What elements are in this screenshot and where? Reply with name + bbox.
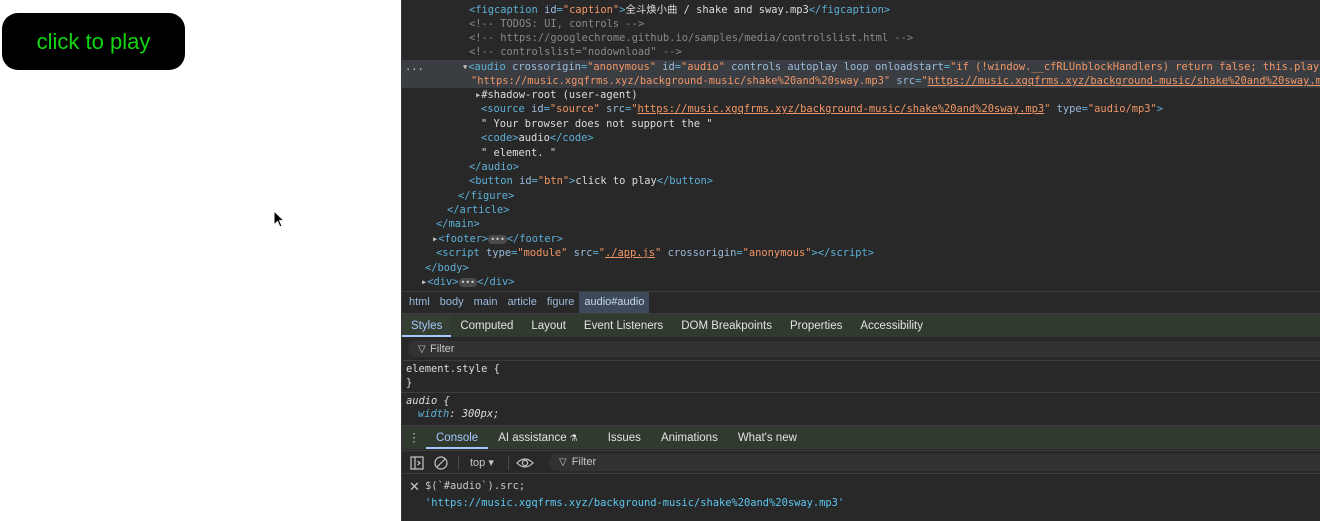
styles-filter-input[interactable]: ▽ Filter [408, 341, 1320, 357]
dom-node-line[interactable]: <script type="module" src="./app.js" cro… [436, 246, 874, 260]
breadcrumb: html body main article figure audio#audio [402, 291, 1320, 313]
breadcrumb-item[interactable]: body [435, 292, 469, 313]
styles-pane: element.style { } audio { width: 300px; [402, 360, 1320, 424]
close-icon[interactable]: ✕ [409, 478, 420, 495]
rule-divider [402, 392, 1320, 393]
dom-node-line[interactable]: " element. " [481, 146, 556, 160]
breadcrumb-item[interactable]: figure [542, 292, 580, 313]
sidebar-toggle-icon[interactable] [410, 454, 424, 472]
click-to-play-button[interactable]: click to play [2, 13, 185, 70]
tab-console[interactable]: Console [426, 426, 489, 449]
element-style-rule[interactable]: element.style { [406, 363, 500, 376]
dom-node-line[interactable]: </figure> [458, 189, 514, 203]
drawer-tabs: ⋮ Console AI assistance ⚗ Issues Animations W… [402, 425, 1320, 449]
flask-icon: ⚗ [569, 433, 578, 443]
tab-styles[interactable]: Styles [402, 314, 452, 337]
dom-node-line[interactable]: ▸<footer> ••• </footer> [432, 232, 563, 246]
dom-node-line[interactable]: <code>audio</code> [481, 131, 594, 145]
tab-ai-assistance[interactable]: AI assistance ⚗ [488, 426, 597, 449]
breadcrumb-item[interactable]: article [502, 292, 541, 313]
clear-console-icon[interactable] [434, 454, 448, 472]
dom-node-line[interactable]: </article> [447, 203, 510, 217]
tab-dom-breakpoints[interactable]: DOM Breakpoints [672, 314, 781, 337]
tab-properties[interactable]: Properties [781, 314, 851, 337]
dom-node-line[interactable]: <figcaption id="caption">全斗焕小曲 / shake a… [469, 3, 890, 17]
tab-what-s-new[interactable]: What's new [728, 426, 807, 449]
elements-tree[interactable]: ... <figcaption id="caption">全斗焕小曲 / sha… [402, 0, 1320, 290]
toolbar-divider [508, 456, 509, 470]
console-result-line: 'https://music.xgqfrms.xyz/background-mu… [425, 497, 845, 509]
breadcrumb-item[interactable]: html [404, 292, 435, 313]
context-selector[interactable]: top ▾ [470, 454, 494, 472]
styles-filter-bar: ▽ Filter [402, 338, 1320, 360]
dom-node-line[interactable]: <button id="btn">click to play</button> [469, 174, 713, 188]
console-output-area: ✕ $(`#audio`).src; 'https://music.xgqfrm… [402, 475, 1320, 521]
dom-node-line[interactable]: <source id="source" src="https://music.x… [481, 102, 1163, 116]
audio-width-declaration[interactable]: width: 300px; [418, 408, 499, 421]
audio-rule-selector[interactable]: audio { [406, 395, 450, 408]
dom-node-line[interactable]: </audio> [469, 160, 519, 174]
dom-node-line[interactable]: <!-- https://googlechrome.github.io/samp… [469, 31, 913, 45]
dom-node-line[interactable]: ▾<audio crossorigin="anonymous" id="audi… [462, 60, 1320, 74]
tab-issues[interactable]: Issues [598, 426, 651, 449]
console-toolbar: top ▾ ▽ Filter [402, 450, 1320, 474]
eye-icon[interactable] [516, 454, 534, 472]
tab-animations[interactable]: Animations [651, 426, 728, 449]
dom-node-line[interactable]: </body> [425, 261, 469, 275]
dom-node-line[interactable]: ▸<div> ••• </div> [421, 275, 515, 289]
tab-layout[interactable]: Layout [522, 314, 575, 337]
tab-computed[interactable]: Computed [451, 314, 522, 337]
tab-accessibility[interactable]: Accessibility [851, 314, 932, 337]
console-input-line: $(`#audio`).src; [425, 480, 526, 492]
mouse-cursor-icon [273, 210, 286, 228]
dom-node-line[interactable]: <!-- controlslist="nodownload" --> [469, 45, 682, 59]
toolbar-divider [458, 456, 459, 470]
element-style-close: } [406, 377, 413, 389]
breadcrumb-item[interactable]: audio#audio [579, 291, 650, 313]
devtools-panel: ... <figcaption id="caption">全斗焕小曲 / sha… [401, 0, 1320, 521]
node-actions-ellipsis[interactable]: ... [405, 60, 424, 74]
breadcrumb-item[interactable]: main [469, 292, 503, 313]
page-viewport: click to play [0, 0, 401, 521]
console-filter-input[interactable]: ▽ Filter [549, 454, 1320, 471]
tab-event-listeners[interactable]: Event Listeners [575, 314, 672, 337]
dom-node-line[interactable]: <!-- TODOS: UI, controls --> [469, 17, 644, 31]
dom-node-line[interactable]: ▸#shadow-root (user-agent) [475, 88, 638, 102]
dom-node-line[interactable]: " Your browser does not support the " [481, 117, 712, 131]
dom-node-line[interactable]: </main> [436, 217, 480, 231]
filter-icon: ▽ [559, 457, 567, 468]
dom-node-line[interactable]: "https://music.xgqfrms.xyz/background-mu… [471, 74, 1320, 88]
filter-icon: ▽ [418, 344, 426, 355]
drawer-menu-icon[interactable]: ⋮ [402, 426, 426, 449]
styles-panel-tabs: Styles Computed Layout Event Listeners DOM B… [402, 313, 1320, 337]
